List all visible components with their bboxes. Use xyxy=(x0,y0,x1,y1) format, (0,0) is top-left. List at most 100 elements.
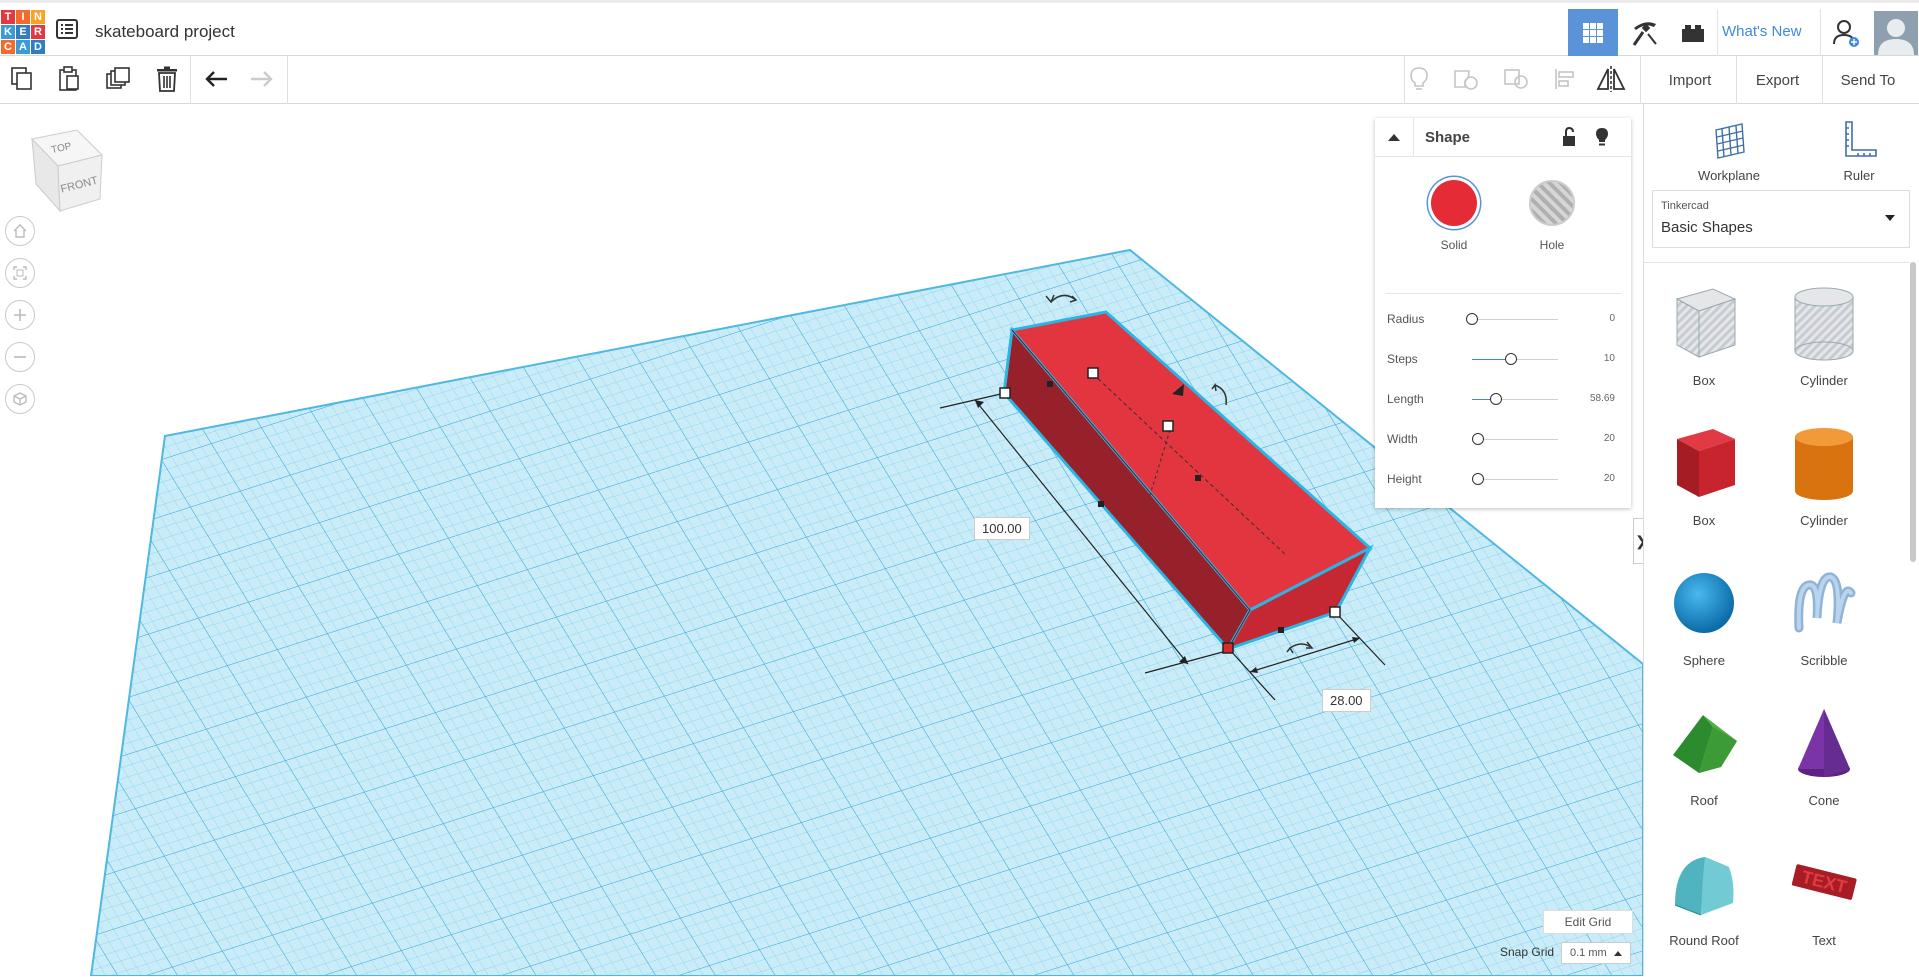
slider-knob[interactable] xyxy=(1466,313,1478,325)
solid-label: Solid xyxy=(1440,238,1468,252)
copy-icon[interactable] xyxy=(5,62,39,96)
hole-swatch[interactable] xyxy=(1529,180,1575,226)
shape-library-dropdown[interactable]: Tinkercad Basic Shapes xyxy=(1652,190,1910,248)
logo-letter: C xyxy=(1,40,15,54)
shape-label: Scribble xyxy=(1800,653,1848,668)
solid-color-swatch[interactable] xyxy=(1431,180,1477,226)
3d-design-view-button[interactable] xyxy=(1568,9,1618,57)
property-radius[interactable]: Radius 0 xyxy=(1387,310,1619,330)
shapes-scrollbar[interactable] xyxy=(1910,262,1916,562)
ungroup-icon[interactable] xyxy=(1499,62,1533,96)
property-slider[interactable] xyxy=(1472,433,1558,445)
zoom-in-icon[interactable] xyxy=(5,300,35,330)
delete-icon[interactable] xyxy=(150,62,184,96)
undo-icon[interactable] xyxy=(200,62,234,96)
shape-scribble[interactable]: Scribble xyxy=(1764,553,1884,688)
tinkercad-logo[interactable]: T I N K E R C A D xyxy=(1,10,45,56)
shape-label: Box xyxy=(1692,373,1716,388)
length-dimension-label[interactable]: 100.00 xyxy=(974,517,1030,540)
shapes-panel: Workplane Ruler Tinkercad Basic Shapes B… xyxy=(1643,104,1919,976)
box-icon xyxy=(1677,429,1735,497)
view-cube[interactable]: TOP FRONT xyxy=(22,126,112,216)
collapse-inspector-icon[interactable] xyxy=(1375,118,1414,156)
logo-letter: N xyxy=(31,10,45,24)
design-list-icon[interactable] xyxy=(56,19,78,39)
property-slider[interactable] xyxy=(1472,393,1558,405)
logo-letter: K xyxy=(1,25,15,39)
paste-icon[interactable] xyxy=(52,62,86,96)
lightbulb-icon[interactable] xyxy=(1595,127,1609,152)
property-width[interactable]: Width 20 xyxy=(1387,430,1619,450)
redo-icon[interactable] xyxy=(244,62,278,96)
group-icon[interactable] xyxy=(1449,62,1483,96)
top-bar: T I N K E R C A D skateboard project Wha… xyxy=(0,0,1919,57)
shape-sphere[interactable]: Sphere xyxy=(1644,553,1764,688)
shape-box-hole[interactable]: Box xyxy=(1644,273,1764,408)
shape-cylinder-hole[interactable]: Cylinder xyxy=(1764,273,1884,408)
perspective-icon[interactable] xyxy=(5,384,35,414)
slider-knob[interactable] xyxy=(1472,433,1485,445)
export-button[interactable]: Export xyxy=(1740,66,1815,94)
duplicate-icon[interactable] xyxy=(101,62,135,96)
shape-roof[interactable]: Roof xyxy=(1644,693,1764,828)
property-slider[interactable] xyxy=(1472,473,1558,485)
shape-label: Sphere xyxy=(1683,653,1725,668)
shape-cylinder[interactable]: Cylinder xyxy=(1764,413,1884,548)
align-icon[interactable] xyxy=(1548,62,1582,96)
send-to-button[interactable]: Send To xyxy=(1826,66,1910,94)
home-view-icon[interactable] xyxy=(5,216,35,246)
shape-label: Cylinder xyxy=(1800,373,1848,388)
brick-icon[interactable] xyxy=(1669,9,1717,57)
logo-letter: D xyxy=(31,40,45,54)
logo-letter: I xyxy=(16,10,30,24)
text-icon: TEXT xyxy=(1791,864,1857,900)
property-value[interactable]: 20 xyxy=(1604,473,1615,484)
chevron-down-icon xyxy=(1885,215,1895,221)
ruler-label: Ruler xyxy=(1843,168,1875,183)
shape-round-roof[interactable]: Round Roof xyxy=(1644,833,1764,968)
shape-cone[interactable]: Cone xyxy=(1764,693,1884,828)
property-value[interactable]: 0 xyxy=(1609,313,1615,324)
project-title[interactable]: skateboard project xyxy=(95,22,235,42)
hole-label: Hole xyxy=(1539,238,1565,252)
avatar[interactable] xyxy=(1874,11,1918,55)
cylinder-hole-icon xyxy=(1794,287,1854,361)
whats-new-link[interactable]: What's New xyxy=(1722,23,1802,40)
import-button[interactable]: Import xyxy=(1651,66,1729,94)
property-slider[interactable] xyxy=(1472,353,1558,365)
edit-grid-button[interactable]: Edit Grid xyxy=(1543,910,1633,934)
shape-box[interactable]: Box xyxy=(1644,413,1764,548)
property-steps[interactable]: Steps 10 xyxy=(1387,350,1619,370)
property-value[interactable]: 10 xyxy=(1604,353,1615,364)
shape-label: Roof xyxy=(1690,793,1718,808)
ruler-button[interactable]: Ruler xyxy=(1814,114,1904,184)
slider-knob[interactable] xyxy=(1504,353,1517,365)
shape-inspector: Shape Solid Hole Radius 0 Steps 10 Lengt… xyxy=(1375,118,1631,508)
property-slider[interactable] xyxy=(1466,313,1558,325)
slider-knob[interactable] xyxy=(1472,473,1485,485)
pickaxe-icon[interactable] xyxy=(1621,9,1669,57)
zoom-out-icon[interactable] xyxy=(5,342,35,372)
mirror-icon[interactable] xyxy=(1594,62,1628,96)
lightbulb-icon[interactable] xyxy=(1402,62,1436,96)
property-height[interactable]: Height 20 xyxy=(1387,470,1619,490)
property-value[interactable]: 20 xyxy=(1604,433,1615,444)
property-length[interactable]: Length 58.69 xyxy=(1387,390,1619,410)
property-label: Radius xyxy=(1387,312,1425,326)
snap-grid-label: Snap Grid xyxy=(1500,945,1555,959)
unlock-icon[interactable] xyxy=(1561,126,1577,152)
width-dimension-label[interactable]: 28.00 xyxy=(1322,689,1371,712)
workplane-button[interactable]: Workplane xyxy=(1684,114,1774,184)
ruler-icon xyxy=(1845,121,1877,157)
slider-knob[interactable] xyxy=(1490,393,1503,405)
snap-grid-select[interactable]: 0.1 mm xyxy=(1561,942,1631,964)
add-user-icon[interactable] xyxy=(1822,9,1870,57)
shape-label: Text xyxy=(1812,933,1836,948)
shape-text[interactable]: TEXT Text xyxy=(1764,833,1884,968)
workplane-icon xyxy=(1715,123,1745,159)
fit-view-icon[interactable] xyxy=(5,258,35,288)
shape-label: Cylinder xyxy=(1800,513,1848,528)
cylinder-icon xyxy=(1795,428,1853,500)
shape-label: Round Roof xyxy=(1669,933,1739,948)
property-value[interactable]: 58.69 xyxy=(1590,393,1615,404)
